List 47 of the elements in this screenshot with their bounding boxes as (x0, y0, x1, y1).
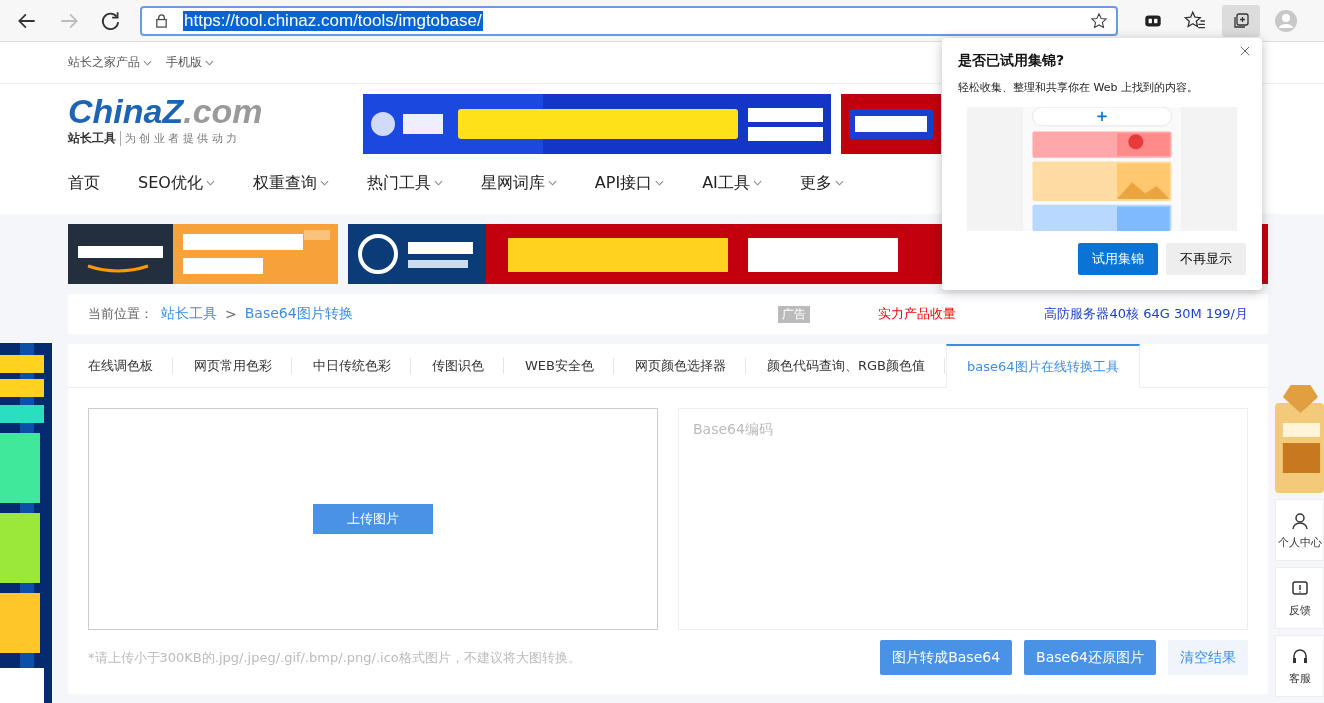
nav-menu-item[interactable]: 权重查询 (252, 172, 329, 194)
logo-subtitle: 站长工具 (68, 130, 116, 147)
nav-menu-item[interactable]: API接口 (594, 172, 665, 194)
tool-tab[interactable]: 传图识色 (412, 344, 505, 387)
address-bar[interactable]: https://tool.chinaz.com/tools/imgtobase/ (140, 5, 1118, 36)
breadcrumb-label: 当前位置： (88, 305, 153, 323)
close-icon[interactable] (1240, 46, 1250, 56)
popup-button[interactable]: 不再显示 (1166, 243, 1246, 275)
tool-tab[interactable]: 在线调色板 (68, 344, 174, 387)
tool-tab[interactable]: WEB安全色 (505, 344, 615, 387)
chevron-down-icon (205, 59, 214, 66)
nav-menu-item[interactable]: 星网词库 (480, 172, 557, 194)
breadcrumb-link[interactable]: 站长工具 (161, 305, 217, 323)
collections-button[interactable] (1222, 4, 1260, 37)
tool-tab[interactable]: 网页常用色彩 (174, 344, 293, 387)
base64-output-field[interactable]: Base64编码 (678, 408, 1248, 630)
promo-link[interactable]: 高防服务器40核 64G 30M 199/月 (1044, 305, 1248, 323)
star-icon[interactable] (1090, 11, 1108, 30)
breadcrumb-link[interactable]: Base64图片转换 (244, 305, 353, 323)
logo-wordmark[interactable]: ChinaZ.com (68, 94, 263, 128)
side-tool-button[interactable]: 个人中心 (1275, 499, 1324, 561)
side-tool-button[interactable]: 反馈 (1275, 567, 1324, 629)
tool-tab[interactable]: 中日传统色彩 (293, 344, 412, 387)
lock-icon (154, 13, 169, 28)
user-icon (1289, 510, 1310, 531)
side-tool-button[interactable]: 客服 (1275, 635, 1324, 697)
popup-button[interactable]: 试用集锦 (1078, 243, 1158, 275)
top-menu-link[interactable]: 站长之家产品 (68, 54, 152, 71)
popup-text: 轻松收集、整理和共享你在 Web 上找到的内容。 (958, 80, 1199, 95)
reload-icon[interactable] (100, 9, 122, 32)
nav-menu-item[interactable]: 更多 (799, 172, 844, 194)
nav-menu-item[interactable]: SEO优化 (138, 172, 215, 194)
nav-menu-item[interactable]: 热门工具 (366, 172, 443, 194)
tool-tab[interactable]: 网页颜色选择器 (615, 344, 747, 387)
nav-menu-item[interactable]: AI工具 (702, 172, 762, 194)
logo-tagline: 为 创 业 者 提 供 动 力 (120, 131, 238, 146)
url-text: https://tool.chinaz.com/tools/imgtobase/ (183, 10, 483, 31)
tool-tab[interactable]: base64图片在线转换工具 (946, 344, 1140, 388)
promo-link[interactable]: 实力产品收量 (878, 305, 957, 323)
collections-icon (1231, 10, 1251, 31)
breadcrumb-separator: > (225, 306, 237, 322)
popup-title: 是否已试用集锦? (958, 52, 1066, 70)
chevron-down-icon (143, 59, 152, 66)
upload-hint: *请上传小于300KB的.jpg/.jpeg/.gif/.bmp/.png/.ico格式图片，不建议将大图转换。 (88, 648, 581, 667)
ad-tag: 广告 (778, 305, 811, 323)
top-menu-link[interactable]: 手机版 (166, 54, 214, 71)
nav-menu-item[interactable]: 首页 (68, 172, 100, 194)
